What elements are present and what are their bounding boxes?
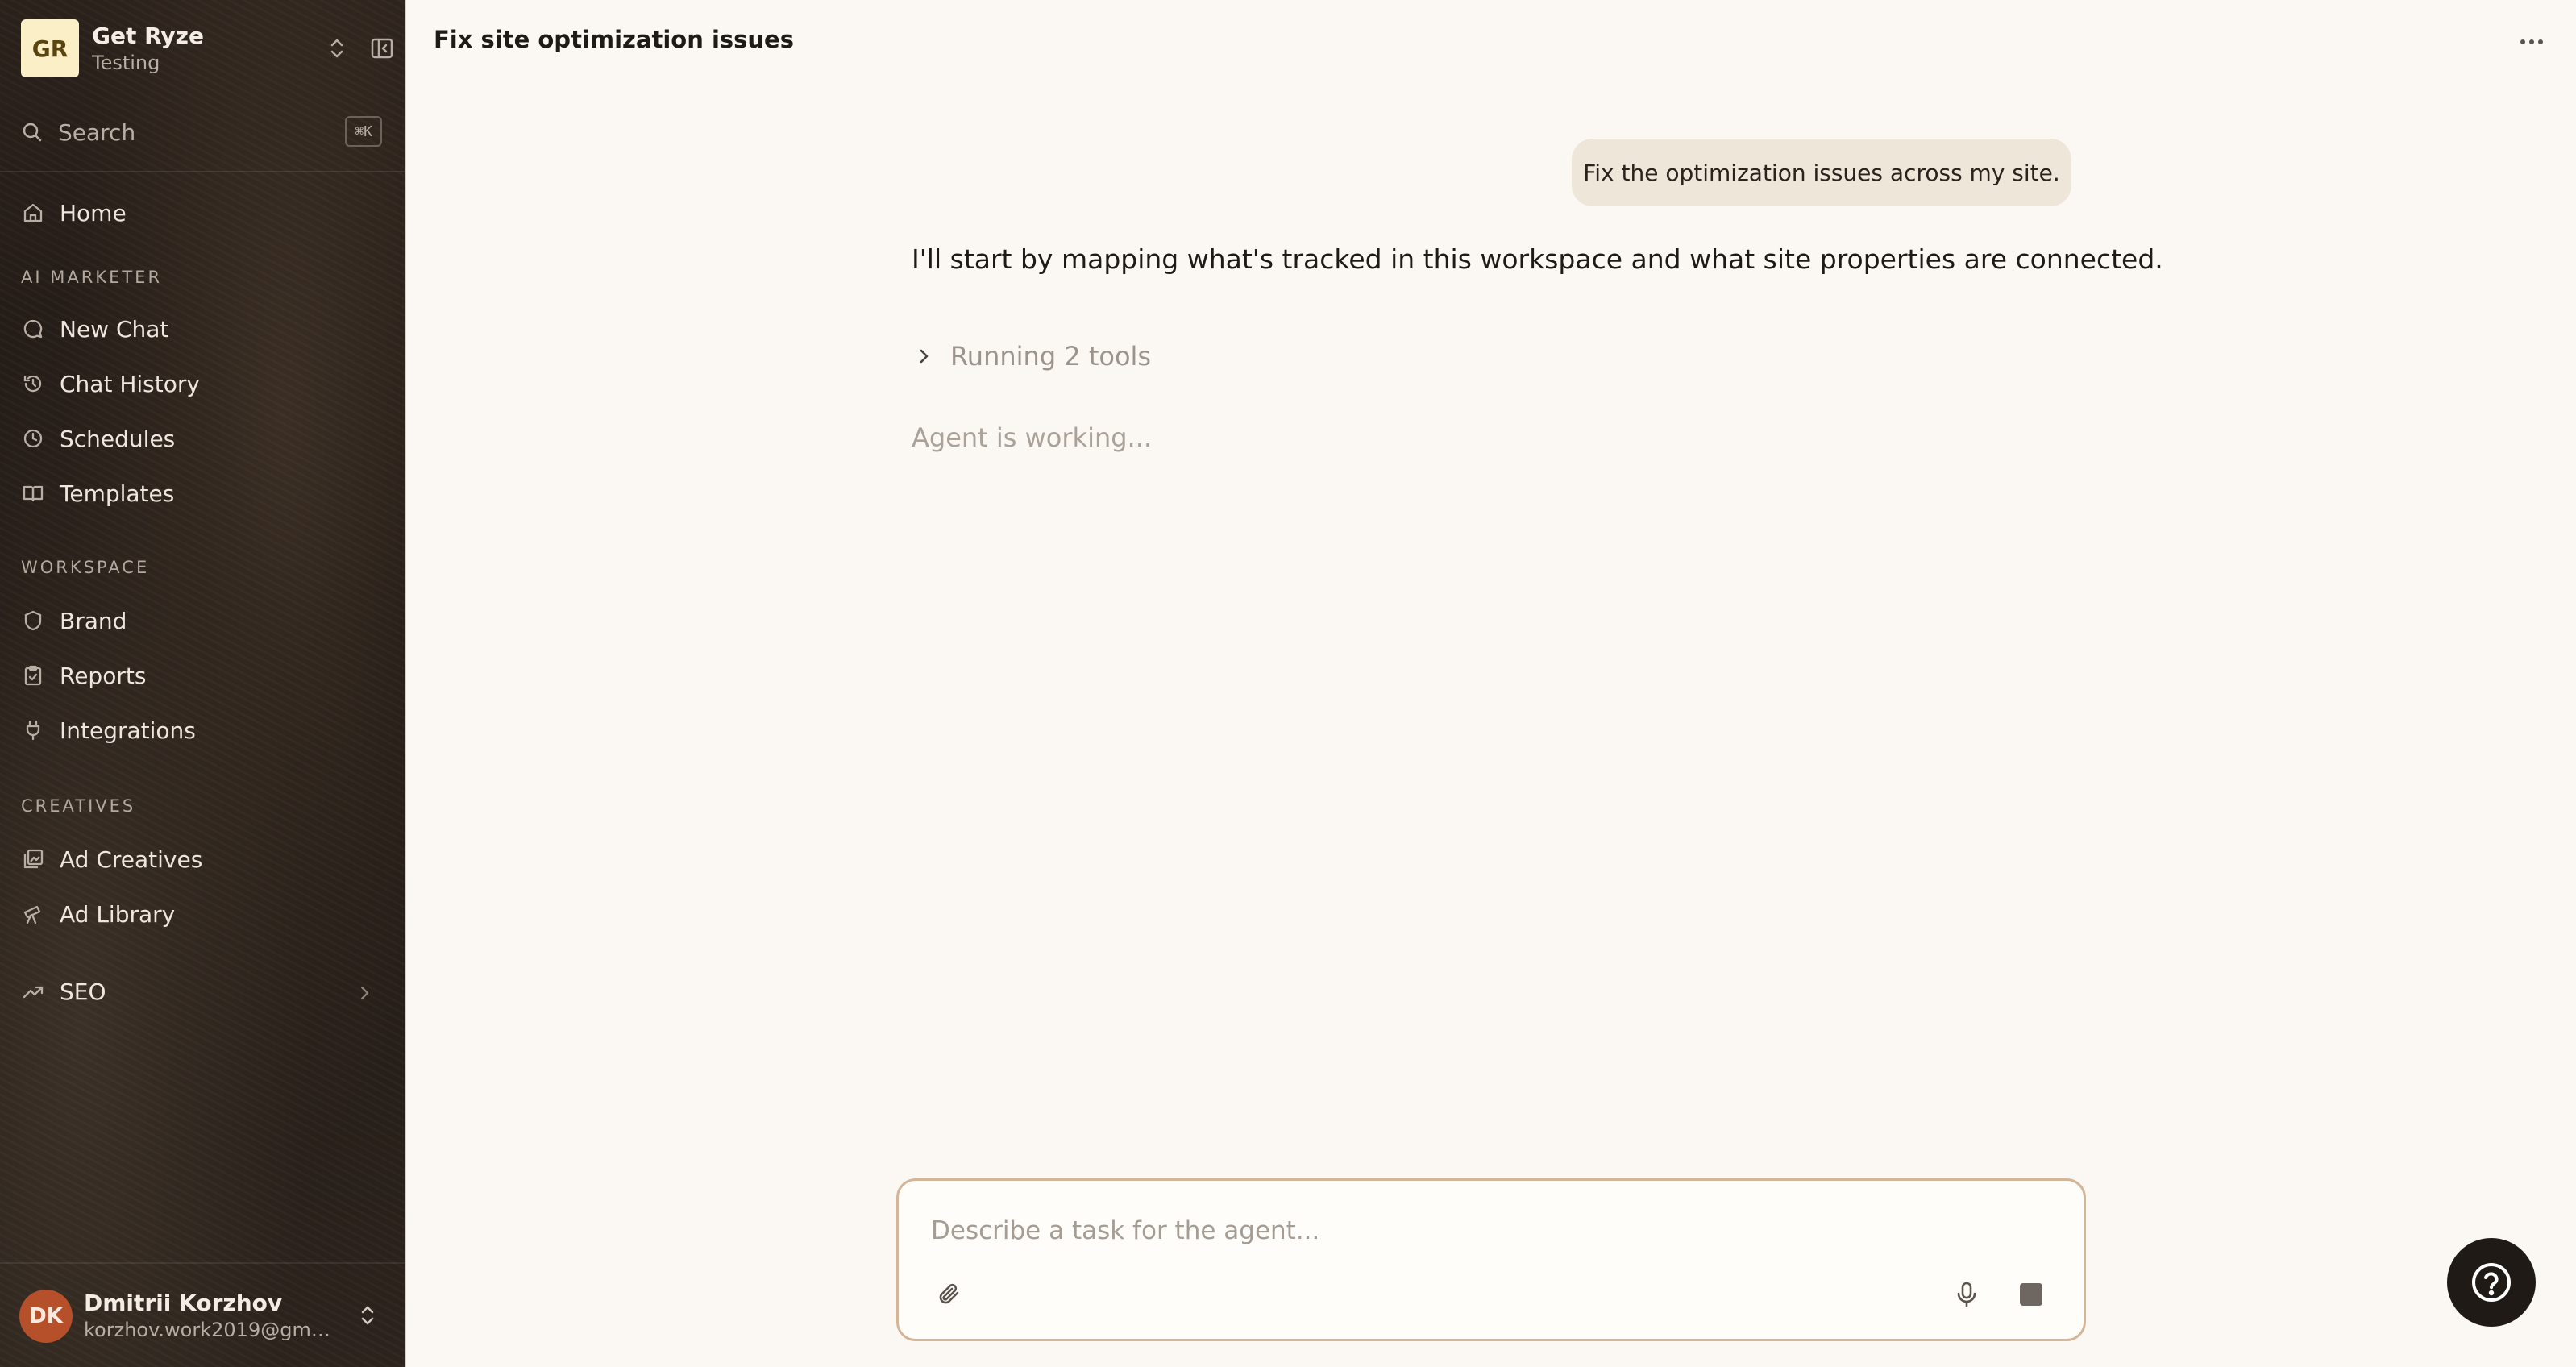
top-bar: Fix site optimization issues bbox=[406, 0, 2576, 84]
workspace-avatar: GR bbox=[21, 19, 79, 77]
sidebar-item-schedules[interactable]: Schedules bbox=[21, 418, 382, 459]
tools-status: Running 2 tools bbox=[950, 341, 1152, 372]
sidebar-item-label: Brand bbox=[60, 607, 127, 634]
workspace-switcher[interactable]: GR Get Ryze Testing bbox=[21, 19, 393, 77]
avatar: DK bbox=[19, 1290, 73, 1343]
sidebar-item-home[interactable]: Home bbox=[21, 192, 382, 234]
stop-icon bbox=[2020, 1283, 2042, 1306]
sidebar: GR Get Ryze Testing Search ⌘K Home AI MA… bbox=[0, 0, 406, 1367]
trending-up-icon bbox=[21, 979, 45, 1003]
user-menu[interactable]: DK Dmitrii Korzhov korzhov.work2019@gmai… bbox=[19, 1288, 387, 1344]
sidebar-item-label: Ad Creatives bbox=[60, 846, 203, 873]
chevron-right-icon bbox=[912, 344, 936, 368]
sidebar-item-ad-creatives[interactable]: Ad Creatives bbox=[21, 838, 382, 880]
chevron-right-icon bbox=[356, 982, 372, 1008]
page-title: Fix site optimization issues bbox=[434, 26, 794, 53]
collapse-sidebar-icon[interactable] bbox=[358, 31, 406, 66]
sidebar-item-chat-history[interactable]: Chat History bbox=[21, 363, 382, 405]
sidebar-item-label: Home bbox=[60, 199, 127, 226]
sidebar-item-reports[interactable]: Reports bbox=[21, 654, 382, 696]
sidebar-item-label: Ad Library bbox=[60, 900, 176, 928]
sidebar-item-seo[interactable]: SEO bbox=[21, 970, 382, 1012]
plug-icon bbox=[21, 718, 45, 742]
task-input[interactable] bbox=[929, 1208, 2042, 1253]
tools-toggle[interactable]: Running 2 tools bbox=[912, 337, 1151, 376]
sidebar-item-label: Schedules bbox=[60, 425, 176, 452]
clipboard-check-icon bbox=[21, 663, 45, 688]
sidebar-item-label: SEO bbox=[60, 978, 106, 1005]
section-title-ai-marketer: AI MARKETER bbox=[21, 268, 163, 287]
more-options-icon[interactable] bbox=[2512, 24, 2552, 60]
section-title-workspace: WORKSPACE bbox=[21, 558, 150, 577]
user-email: korzhov.work2019@gmail.com bbox=[84, 1319, 339, 1341]
chevrons-up-down-icon[interactable] bbox=[348, 1298, 387, 1333]
composer bbox=[896, 1178, 2086, 1341]
workspace-name: Get Ryze bbox=[92, 23, 204, 49]
search-shortcut: ⌘K bbox=[345, 116, 382, 147]
user-message-bubble: Fix the optimization issues across my si… bbox=[1572, 139, 2071, 206]
user-name: Dmitrii Korzhov bbox=[84, 1290, 283, 1316]
book-open-icon bbox=[21, 481, 45, 505]
sidebar-item-label: Templates bbox=[60, 480, 175, 507]
microphone-icon[interactable] bbox=[1947, 1274, 1987, 1315]
chat-bubble-icon bbox=[21, 317, 45, 341]
paperclip-icon[interactable] bbox=[929, 1274, 970, 1315]
help-icon bbox=[2472, 1263, 2511, 1302]
sidebar-divider bbox=[0, 171, 405, 172]
search-button[interactable]: Search ⌘K bbox=[21, 113, 382, 152]
sidebar-item-templates[interactable]: Templates bbox=[21, 472, 382, 514]
search-label: Search bbox=[58, 118, 136, 146]
stop-button[interactable] bbox=[2011, 1274, 2051, 1315]
sidebar-item-ad-library[interactable]: Ad Library bbox=[21, 893, 382, 935]
help-button[interactable] bbox=[2447, 1238, 2536, 1327]
workspace-subtitle: Testing bbox=[92, 52, 160, 74]
sidebar-item-new-chat[interactable]: New Chat bbox=[21, 308, 382, 350]
section-title-creatives: CREATIVES bbox=[21, 796, 136, 816]
agent-working-status: Agent is working... bbox=[912, 422, 1153, 453]
sidebar-item-brand[interactable]: Brand bbox=[21, 600, 382, 642]
sidebar-item-label: Chat History bbox=[60, 370, 200, 397]
sidebar-item-integrations[interactable]: Integrations bbox=[21, 709, 382, 751]
agent-message: I'll start by mapping what's tracked in … bbox=[912, 243, 2163, 275]
search-icon bbox=[23, 123, 42, 142]
home-icon bbox=[21, 201, 45, 225]
sidebar-item-label: Reports bbox=[60, 662, 147, 689]
sidebar-item-label: New Chat bbox=[60, 315, 169, 343]
history-icon bbox=[21, 372, 45, 396]
user-divider bbox=[0, 1262, 405, 1264]
telescope-icon bbox=[21, 902, 45, 926]
clock-icon bbox=[21, 426, 45, 451]
sidebar-item-label: Integrations bbox=[60, 717, 196, 744]
images-icon bbox=[21, 847, 45, 871]
shield-icon bbox=[21, 609, 45, 633]
